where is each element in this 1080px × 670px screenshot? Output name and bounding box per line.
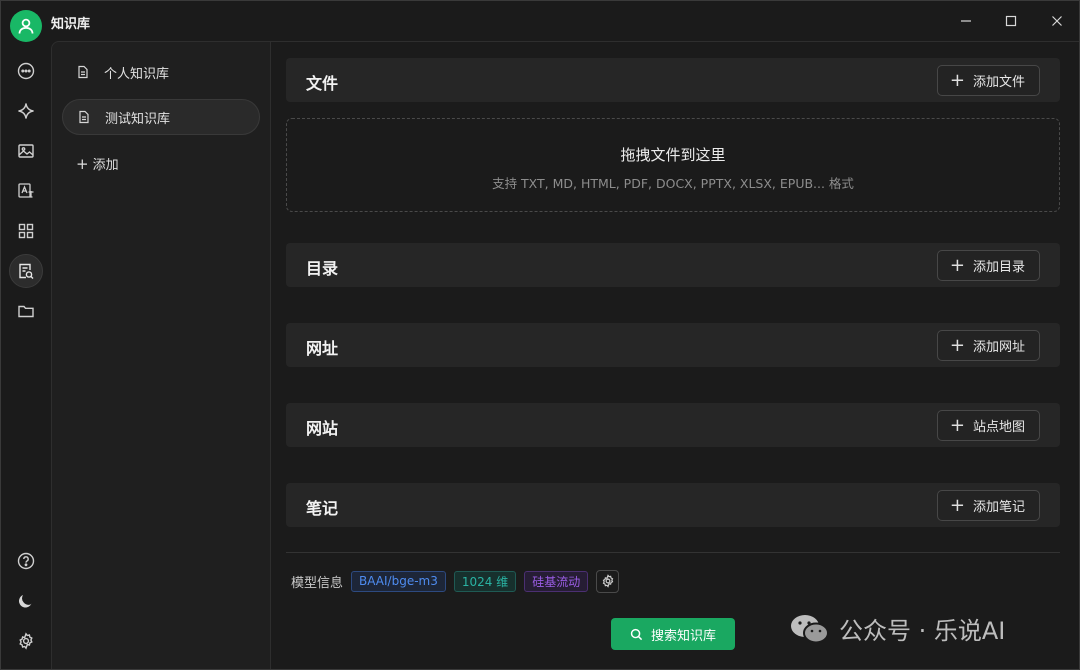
dropzone-title: 拖拽文件到这里	[620, 146, 726, 164]
rail-chat[interactable]	[9, 54, 43, 88]
add-file-label: 添加文件	[972, 75, 1025, 90]
kb-item-label: 个人知识库	[104, 66, 170, 82]
wechat-icon	[791, 614, 829, 643]
gear-icon	[19, 632, 33, 650]
translate-icon	[18, 183, 34, 198]
add-note-label: 添加笔记	[972, 500, 1025, 515]
plus-icon: +	[949, 414, 965, 436]
add-url-label: 添加网址	[972, 340, 1025, 355]
sparkle-icon	[18, 103, 34, 119]
minimize-icon	[961, 20, 971, 22]
rail-settings[interactable]	[9, 624, 43, 658]
search-button-label: 搜索知识库	[650, 628, 716, 644]
moon-icon	[19, 595, 32, 608]
add-file-button[interactable]: + 添加文件	[936, 65, 1040, 96]
main-panel: 文件 + 添加文件 拖拽文件到这里 支持 TXT, MD, HTML, PDF,…	[271, 41, 1079, 669]
document-icon	[77, 110, 91, 124]
rail-apps[interactable]	[9, 214, 43, 248]
website-title: 网站	[306, 419, 339, 438]
rail-knowledge-base[interactable]	[9, 254, 43, 288]
plus-icon: +	[949, 334, 965, 356]
files-title: 文件	[306, 74, 339, 93]
close-button[interactable]	[1042, 7, 1072, 35]
help-icon	[17, 552, 35, 570]
website-section: 网站 + 站点地图	[286, 403, 1060, 447]
maximize-button[interactable]	[996, 7, 1026, 35]
model-settings-button[interactable]	[596, 569, 620, 593]
provider-tag: 硅基流动	[524, 570, 589, 592]
sitemap-button[interactable]: + 站点地图	[936, 410, 1040, 441]
apps-grid-icon	[18, 223, 34, 239]
gear-icon	[602, 574, 614, 588]
folder-icon	[18, 305, 34, 318]
model-tag: BAAI/bge-m3	[351, 570, 446, 592]
minimize-button[interactable]	[951, 7, 981, 35]
file-dropzone[interactable]: 拖拽文件到这里 支持 TXT, MD, HTML, PDF, DOCX, PPT…	[286, 118, 1060, 212]
watermark-text: 公众号 · 乐说AI	[839, 617, 1006, 645]
sitemap-label: 站点地图	[972, 420, 1025, 435]
app-window: 知识库 个人知识库 测试知识库 + 添加 文件 + 添加文件 拖拽文件到这里 支…	[0, 0, 1080, 670]
watermark: 公众号 · 乐说AI	[789, 611, 1005, 646]
add-directory-button[interactable]: + 添加目录	[936, 250, 1040, 281]
model-info-label: 模型信息	[291, 575, 344, 591]
directory-section: 目录 + 添加目录	[286, 243, 1060, 287]
knowledge-search-icon	[19, 263, 34, 279]
document-icon	[76, 65, 90, 79]
add-note-button[interactable]: + 添加笔记	[936, 490, 1040, 521]
rail-theme-toggle[interactable]	[9, 584, 43, 618]
user-avatar[interactable]	[10, 10, 42, 42]
chat-icon	[17, 62, 35, 80]
rail-files[interactable]	[9, 294, 43, 328]
dimension-tag: 1024 维	[453, 570, 517, 592]
image-icon	[18, 144, 34, 158]
notes-title: 笔记	[306, 499, 339, 518]
plus-icon: +	[949, 69, 965, 91]
kb-item-label: 测试知识库	[105, 111, 171, 127]
dropzone-subtitle: 支持 TXT, MD, HTML, PDF, DOCX, PPTX, XLSX,…	[492, 176, 854, 191]
rail-translate[interactable]	[9, 174, 43, 208]
search-knowledge-base-button[interactable]: 搜索知识库	[611, 618, 735, 650]
url-section: 网址 + 添加网址	[286, 323, 1060, 367]
rail-images[interactable]	[9, 134, 43, 168]
plus-icon: +	[949, 254, 965, 276]
rail-help[interactable]	[9, 544, 43, 578]
divider	[286, 552, 1060, 553]
plus-icon: +	[76, 154, 89, 173]
plus-icon: +	[949, 494, 965, 516]
add-knowledge-base-button[interactable]: + 添加	[76, 154, 119, 174]
files-section: 文件 + 添加文件	[286, 58, 1060, 102]
kb-item-personal[interactable]: 个人知识库	[62, 54, 260, 90]
nav-rail	[1, 41, 51, 669]
rail-agents[interactable]	[9, 94, 43, 128]
knowledge-base-sidebar: 个人知识库 测试知识库 + 添加	[51, 41, 271, 669]
close-icon	[1052, 16, 1062, 26]
title-bar: 知识库	[1, 1, 1079, 42]
search-icon	[630, 628, 643, 641]
model-info-row: 模型信息 BAAI/bge-m3 1024 维 硅基流动	[291, 569, 620, 593]
app-title: 知识库	[51, 17, 91, 32]
maximize-icon	[1005, 15, 1017, 27]
notes-section: 笔记 + 添加笔记	[286, 483, 1060, 527]
add-label: 添加	[92, 158, 119, 173]
directory-title: 目录	[306, 259, 339, 278]
add-url-button[interactable]: + 添加网址	[936, 330, 1040, 361]
url-title: 网址	[306, 339, 339, 358]
user-icon	[18, 18, 34, 34]
add-directory-label: 添加目录	[972, 260, 1025, 275]
kb-item-test[interactable]: 测试知识库	[62, 99, 260, 135]
